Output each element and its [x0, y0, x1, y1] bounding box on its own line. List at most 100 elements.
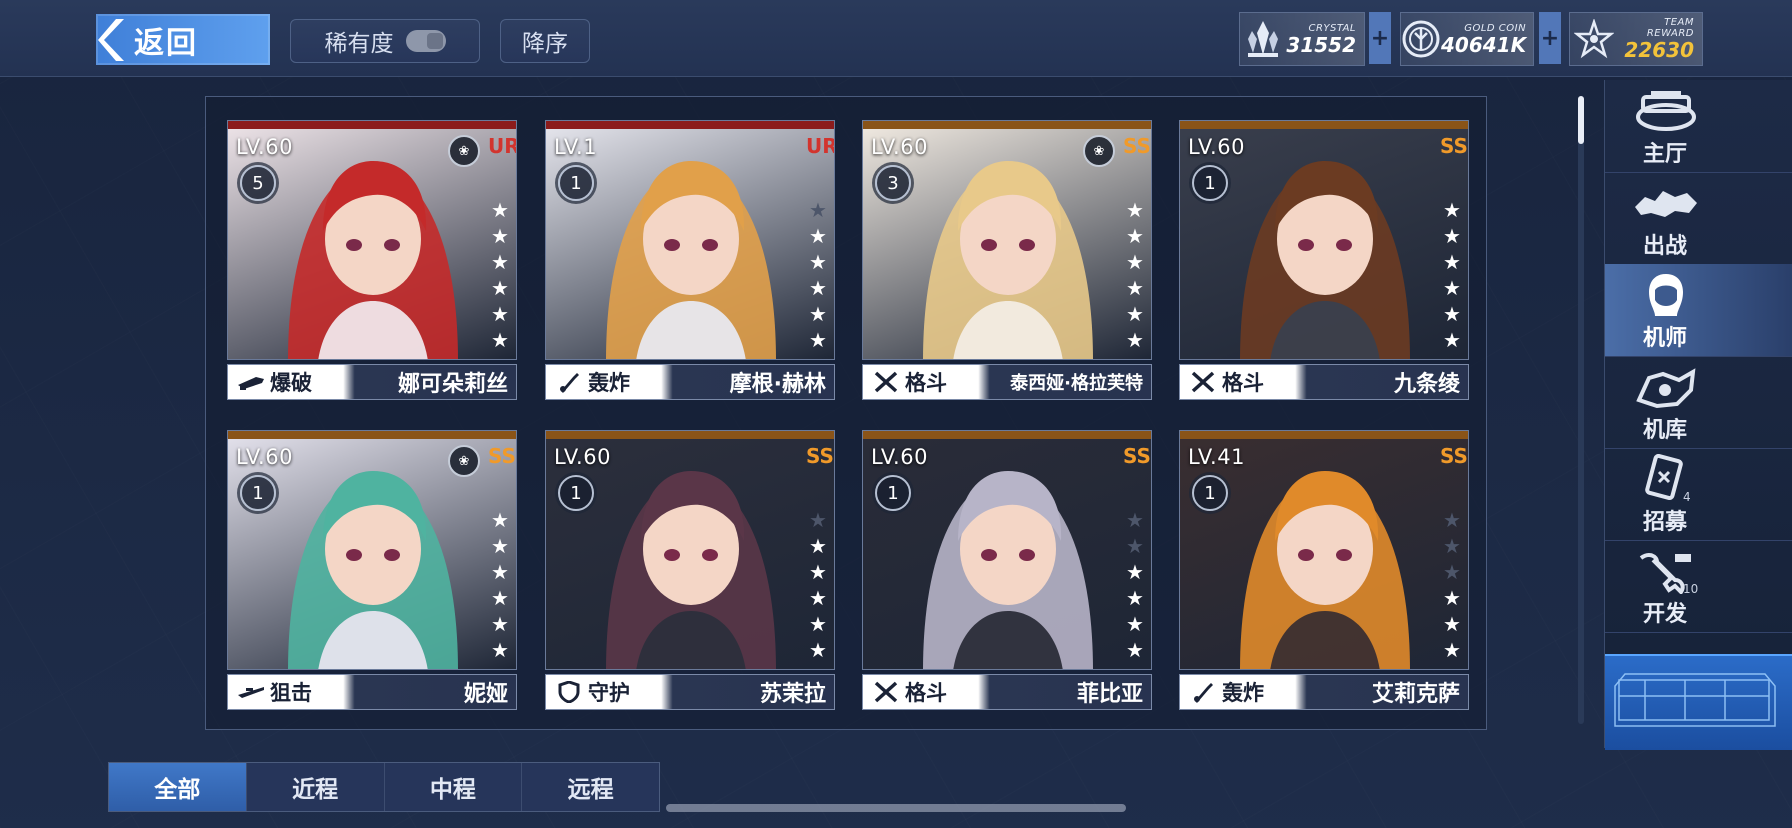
- melee-icon: [871, 681, 901, 703]
- role-label: 守护: [588, 681, 630, 705]
- pilot-name: 摩根·赫林: [729, 372, 826, 397]
- sidebar-item-sortie[interactable]: 出战: [1605, 172, 1792, 265]
- star-icon: ★: [1443, 224, 1461, 248]
- gold-coin-caption: GOLD COIN: [1464, 22, 1527, 34]
- scrollbar-thumb[interactable]: [1578, 96, 1584, 144]
- star-rating: ★ ★ ★ ★ ★ ★: [808, 197, 828, 353]
- team-reward-caption: TEAM REWARD: [1646, 17, 1694, 39]
- range-filter-tabs: 全部 近程 中程 远程: [108, 762, 660, 812]
- star-icon: ★: [1126, 560, 1144, 584]
- pilot-level: LV.60: [871, 445, 928, 469]
- role-label: 格斗: [1222, 371, 1264, 395]
- pilot-card[interactable]: LV.60 1 ❀ SSR ★★★★★★ 狙击 妮娅: [227, 430, 517, 712]
- star-icon: ★: [1443, 586, 1461, 610]
- rarity-label: SSR: [1440, 134, 1468, 158]
- star-icon: ★: [809, 612, 827, 636]
- pilot-card[interactable]: LV.60 1 SSR ★★★★★★ 守护 苏茉拉: [545, 430, 835, 712]
- sidebar-item-develop[interactable]: 10 开发: [1605, 540, 1792, 633]
- sidebar-item-hangar[interactable]: 机库: [1605, 356, 1792, 449]
- tab-long-range[interactable]: 远程: [522, 763, 659, 811]
- pilot-name-bar: 格斗 泰西娅·格拉芙特: [862, 364, 1152, 400]
- pilot-rank-badge: 1: [1192, 475, 1228, 511]
- sidebar-item-pilot[interactable]: 机师: [1605, 264, 1792, 357]
- star-icon: ★: [491, 328, 509, 352]
- star-icon: ★: [1126, 534, 1144, 558]
- right-sidebar: 主厅 出战 机师 机库 4 招募 10 开发: [1604, 80, 1792, 750]
- pilot-name-bar: 守护 苏茉拉: [545, 674, 835, 710]
- tab-mid-range[interactable]: 中程: [385, 763, 523, 811]
- home-indicator: [666, 804, 1126, 812]
- pilot-rank-badge: 3: [875, 165, 911, 201]
- star-icon: ★: [809, 586, 827, 610]
- tab-close-range[interactable]: 近程: [247, 763, 385, 811]
- roster-scrollbar[interactable]: [1578, 96, 1584, 724]
- order-button[interactable]: 降序: [500, 19, 590, 63]
- sidebar-item-main-hall[interactable]: 主厅: [1605, 80, 1792, 173]
- sidebar-item-recruit[interactable]: 4 招募: [1605, 448, 1792, 541]
- main-hall-icon: [1631, 86, 1701, 136]
- pilot-role: 狙击: [228, 677, 354, 707]
- pilot-role: 格斗: [863, 367, 989, 397]
- pilot-level: LV.60: [554, 445, 611, 469]
- star-icon: ★: [809, 560, 827, 584]
- pilot-name-bar: 轰炸 艾莉克萨: [1179, 674, 1469, 710]
- star-icon: ★: [1443, 638, 1461, 662]
- gold-coin-value: 40641K: [1441, 32, 1527, 57]
- guard-icon: [554, 681, 584, 703]
- melee-icon: [871, 371, 901, 393]
- star-icon: ★: [1443, 612, 1461, 636]
- pilot-card[interactable]: LV.41 1 SSR ★★★★★★ 轰炸 艾莉克萨: [1179, 430, 1469, 712]
- star-icon: ★: [809, 508, 827, 532]
- bomber-icon: [1188, 681, 1218, 703]
- star-icon: ★: [1126, 302, 1144, 326]
- pilot-card[interactable]: LV.60 1 SSR ★★★★★★ 格斗 菲比亚: [862, 430, 1152, 712]
- pilot-name: 娜可朵莉丝: [397, 372, 508, 397]
- star-icon: ★: [491, 224, 509, 248]
- base-map-thumbnail[interactable]: [1605, 654, 1792, 750]
- pilot-level: LV.1: [554, 135, 598, 159]
- pilot-card[interactable]: LV.1 1 UR ★ ★ ★ ★ ★ ★ 轰炸 摩根·赫林: [545, 120, 835, 402]
- sortie-icon: [1631, 178, 1701, 228]
- rarity-label: SSR: [1440, 444, 1468, 468]
- pilot-rank-badge: 1: [558, 475, 594, 511]
- role-label: 狙击: [270, 681, 312, 705]
- team-reward-counter: TEAM REWARD 22630: [1569, 12, 1703, 66]
- star-icon: ★: [809, 276, 827, 300]
- team-reward-icon: [1570, 15, 1618, 63]
- plus-icon: +: [1540, 25, 1560, 51]
- back-button[interactable]: 返回: [96, 14, 270, 65]
- role-label: 格斗: [905, 681, 947, 705]
- pilot-name: 九条绫: [1393, 372, 1460, 397]
- pilot-portrait: LV.60 1 SSR ★★★★★★: [545, 430, 835, 670]
- gold-coin-plus-button[interactable]: +: [1539, 12, 1561, 64]
- pilot-portrait: LV.60 1 SSR ★★★★★★: [862, 430, 1152, 670]
- pilot-portrait: LV.60 1 SSR ★★★★★★: [1179, 120, 1469, 360]
- rarity-label: SSR: [1123, 134, 1151, 158]
- star-icon: ★: [809, 224, 827, 248]
- star-icon: ★: [1443, 534, 1461, 558]
- star-icon: ★: [809, 302, 827, 326]
- star-icon: ★: [809, 198, 827, 222]
- rarity-sort-button[interactable]: 稀有度: [290, 19, 480, 63]
- role-label: 轰炸: [588, 371, 630, 395]
- star-rating: ★ ★ ★ ★ ★ ★: [1442, 197, 1462, 353]
- sidebar-label: 招募: [1642, 510, 1687, 535]
- pilot-portrait: LV.60 5 ❀ UR ★ ★ ★ ★ ★ ★: [227, 120, 517, 360]
- star-icon: ★: [809, 638, 827, 662]
- star-icon: ★: [491, 276, 509, 300]
- star-icon: ★: [491, 560, 509, 584]
- sidebar-label: 出战: [1642, 234, 1687, 259]
- pilot-card[interactable]: LV.60 3 ❀ SSR ★★★★★★ 格斗 泰西娅·格拉芙特: [862, 120, 1152, 402]
- pilot-card[interactable]: LV.60 5 ❀ UR ★ ★ ★ ★ ★ ★ 爆破 娜可朵莉丝: [227, 120, 517, 402]
- paw-icon: ❀: [1083, 135, 1115, 167]
- star-icon: ★: [491, 612, 509, 636]
- star-icon: ★: [1443, 508, 1461, 532]
- star-icon: ★: [1443, 250, 1461, 274]
- pilot-rank-badge: 1: [558, 165, 594, 201]
- tab-all[interactable]: 全部: [109, 763, 247, 811]
- star-rating: ★ ★ ★ ★ ★ ★: [490, 197, 510, 353]
- crystal-plus-button[interactable]: +: [1369, 12, 1391, 64]
- pilot-role: 格斗: [863, 677, 989, 707]
- pilot-card[interactable]: LV.60 1 SSR ★★★★★★ 格斗 九条绫: [1179, 120, 1469, 402]
- star-rating: ★ ★ ★ ★ ★ ★: [1125, 507, 1145, 663]
